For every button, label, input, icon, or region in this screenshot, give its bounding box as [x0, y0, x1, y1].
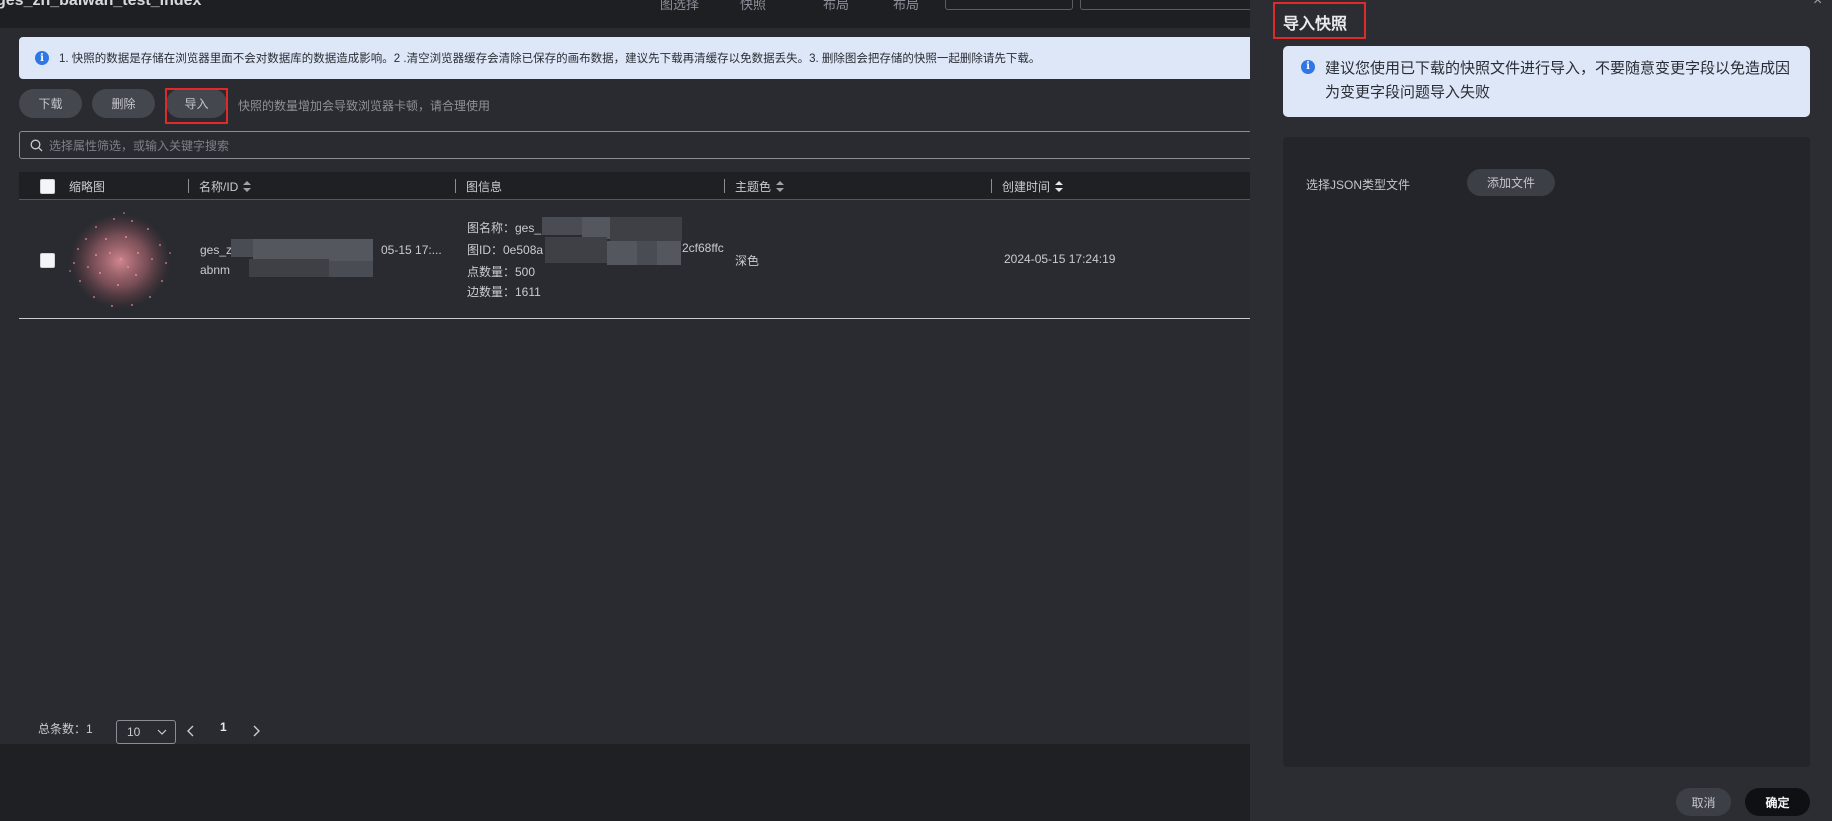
redacted-block [542, 217, 582, 235]
confirm-button[interactable]: 确定 [1745, 788, 1810, 816]
topbar-link-2[interactable]: 快照 [740, 0, 766, 13]
row-vertex-count: 点数量：500 [467, 265, 536, 279]
topbar-link-4[interactable]: 布局 [893, 0, 919, 13]
row-graph-id-end: 2cf68ffc [682, 241, 724, 255]
drawer-title-highlight [1273, 2, 1366, 39]
redacted-block [607, 241, 637, 265]
topbar-link-1[interactable]: 图选择 [660, 0, 699, 13]
info-icon: i [1301, 60, 1315, 74]
redacted-block [231, 239, 253, 257]
sort-icon[interactable] [1055, 180, 1064, 192]
row-name-line1-end: 05-15 17:... [381, 243, 442, 257]
row-graph-id: 图ID：0e508a [467, 243, 544, 257]
column-divider [188, 179, 189, 193]
topbar-select[interactable] [945, 0, 1073, 10]
cancel-button[interactable]: 取消 [1676, 788, 1731, 816]
redacted-block [657, 241, 681, 265]
page-size-select[interactable]: 10 [116, 720, 176, 744]
notice-text: 1. 快照的数据是存储在浏览器里面不会对数据库的数据造成影响。2 .清空浏览器缓… [59, 53, 1041, 65]
table-row: ges_z 05-15 17:... abnm 图名称：ges_ 图ID：0e5… [19, 201, 1259, 319]
add-file-button[interactable]: 添加文件 [1467, 169, 1555, 196]
select-all-checkbox[interactable] [40, 172, 55, 200]
column-name-id[interactable]: 名称/ID [199, 172, 252, 200]
row-checkbox[interactable] [40, 253, 55, 268]
drawer-tip: i 建议您使用已下载的快照文件进行导入，不要随意变更字段以免造成因为变更字段问题… [1283, 46, 1810, 117]
graph-title: ges_zh_baiwan_test_index [0, 0, 202, 9]
top-bar: ges_zh_baiwan_test_index 图选择 快照 布局 布局 [0, 0, 1250, 28]
row-graph-name: 图名称：ges_ [467, 221, 542, 235]
import-snapshot-drawer: 导入快照 × i 建议您使用已下载的快照文件进行导入，不要随意变更字段以免造成因… [1250, 0, 1832, 821]
row-edge-count: 边数量：1611 [467, 285, 541, 299]
topbar-search[interactable] [1080, 0, 1250, 10]
row-theme: 深色 [735, 254, 760, 268]
column-graph-info: 图信息 [466, 179, 503, 194]
backdrop-strip [0, 744, 1250, 821]
close-icon[interactable]: × [1813, 0, 1822, 10]
search-icon [30, 139, 43, 151]
column-theme[interactable]: 主题色 [735, 172, 785, 200]
sort-icon[interactable] [776, 180, 785, 192]
column-created-time[interactable]: 创建时间 [1002, 172, 1064, 200]
prev-page-icon[interactable] [187, 725, 195, 737]
toolbar-hint: 快照的数量增加会导致浏览器卡顿，请合理使用 [238, 99, 491, 113]
row-created-time: 2024-05-15 17:24:19 [1004, 252, 1116, 266]
search-input[interactable]: 选择属性筛选，或输入关键字搜索 [19, 131, 1259, 159]
column-divider [991, 179, 992, 193]
next-page-icon[interactable] [252, 725, 260, 737]
total-count: 总条数：1 [38, 722, 93, 736]
download-button[interactable]: 下载 [19, 89, 82, 118]
column-divider [724, 179, 725, 193]
snapshot-list-panel: ges_zh_baiwan_test_index 图选择 快照 布局 布局 i … [0, 0, 1259, 821]
redacted-block [610, 217, 682, 241]
column-created-time-label: 创建时间 [1002, 179, 1051, 194]
redacted-block [249, 259, 329, 277]
graph-thumbnail [69, 212, 171, 308]
redacted-block [253, 239, 373, 261]
row-name-line1-start: ges_z [200, 243, 233, 257]
table-header: 缩略图 名称/ID 图信息 主题色 创建时间 [19, 172, 1259, 200]
drawer-tip-text: 建议您使用已下载的快照文件进行导入，不要随意变更字段以免造成因为变更字段问题导入… [1325, 60, 1791, 101]
current-page[interactable]: 1 [220, 720, 227, 734]
page-size-value: 10 [127, 725, 141, 739]
column-divider [455, 179, 456, 193]
chevron-down-icon [157, 729, 167, 735]
redacted-block [637, 241, 657, 265]
column-name-id-label: 名称/ID [199, 179, 239, 194]
column-thumbnail: 缩略图 [69, 179, 106, 194]
redacted-block [545, 237, 607, 263]
import-button-highlight [165, 88, 228, 124]
redacted-block [329, 261, 373, 277]
file-type-label: 选择JSON类型文件 [1306, 178, 1411, 192]
row-name-line2-start: abnm [200, 263, 231, 277]
info-notice: i 1. 快照的数据是存储在浏览器里面不会对数据库的数据造成影响。2 .清空浏览… [19, 37, 1259, 79]
upload-area: 选择JSON类型文件 添加文件 [1283, 137, 1810, 767]
delete-button[interactable]: 删除 [92, 89, 155, 118]
column-theme-label: 主题色 [735, 179, 772, 194]
topbar-link-3[interactable]: 布局 [823, 0, 849, 13]
sort-icon[interactable] [243, 180, 252, 192]
redacted-block [582, 217, 610, 239]
info-icon: i [35, 51, 49, 65]
search-placeholder: 选择属性筛选，或输入关键字搜索 [49, 138, 230, 153]
